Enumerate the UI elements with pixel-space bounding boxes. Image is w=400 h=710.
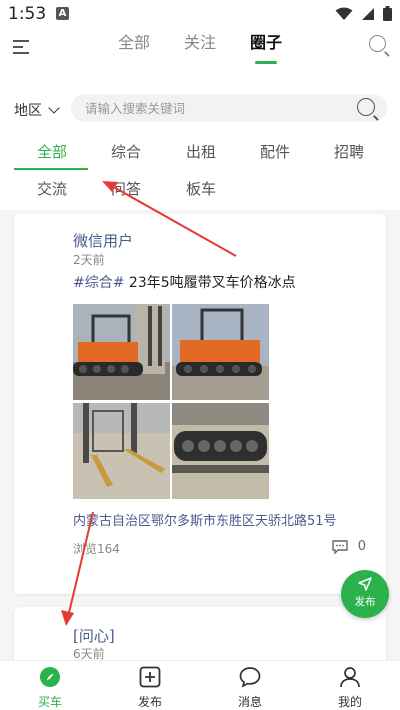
post-photo[interactable] <box>73 403 170 499</box>
comment-icon <box>332 539 348 554</box>
post-card[interactable]: 微信用户 2天前 #综合# 23年5吨履带叉车价格冰点 内蒙古自治区鄂尔多斯市东… <box>14 214 386 594</box>
comment-button[interactable]: 0 <box>332 539 366 554</box>
post-author[interactable]: [问心] <box>73 625 115 646</box>
post-location[interactable]: 内蒙古自治区鄂尔多斯市东胜区天骄北路51号 <box>73 510 337 529</box>
post-author[interactable]: 微信用户 <box>73 230 133 251</box>
search-icon[interactable] <box>357 98 375 116</box>
tab-all[interactable]: 全部 <box>118 28 150 58</box>
region-dropdown[interactable]: 地区 <box>14 100 60 120</box>
post-time: 2天前 <box>73 253 105 267</box>
post-title-text: 23年5吨履带叉车价格冰点 <box>128 275 296 291</box>
category-general[interactable]: 综合 <box>111 141 141 162</box>
category-qa[interactable]: 问答 <box>111 178 141 199</box>
post-title: #综合# 23年5吨履带叉车价格冰点 <box>73 272 296 292</box>
top-nav: 全部 关注 圈子 <box>0 28 400 68</box>
comment-count: 0 <box>357 539 366 554</box>
post-tag[interactable]: #综合# <box>73 275 124 291</box>
bottom-nav: 买车 发布 消息 我的 <box>0 660 400 710</box>
wifi-icon <box>335 7 353 20</box>
category-rent[interactable]: 出租 <box>186 141 216 162</box>
tab-follow[interactable]: 关注 <box>184 28 216 58</box>
category-parts[interactable]: 配件 <box>260 141 290 162</box>
signal-icon <box>362 7 374 20</box>
search-box <box>71 94 387 122</box>
fab-label: 发布 <box>354 596 376 608</box>
user-icon <box>340 667 360 688</box>
status-icons <box>335 6 392 21</box>
nav-label: 发布 <box>137 695 162 709</box>
status-time: 1:53 <box>8 4 47 24</box>
chat-bubble-icon <box>239 667 261 688</box>
category-all[interactable]: 全部 <box>37 141 67 162</box>
add-icon <box>139 666 161 688</box>
post-views: 浏览164 <box>73 542 120 556</box>
compass-icon <box>40 667 60 687</box>
post-photo[interactable] <box>172 304 269 400</box>
filter-area: 地区 全部 综合 出租 配件 招聘 交流 问答 板车 <box>0 68 400 210</box>
chevron-down-icon <box>48 102 60 114</box>
nav-label: 消息 <box>237 695 262 709</box>
send-icon <box>358 577 372 591</box>
status-bar: 1:53 A <box>0 0 400 28</box>
tab-circle[interactable]: 圈子 <box>250 28 282 58</box>
nav-buy-car[interactable]: 买车 <box>10 661 90 710</box>
post-photo[interactable] <box>172 403 269 499</box>
search-input[interactable] <box>85 94 345 122</box>
nav-messages[interactable]: 消息 <box>210 661 290 710</box>
nav-label: 买车 <box>37 695 62 709</box>
publish-fab-button[interactable]: 发布 <box>341 570 389 618</box>
nav-label: 我的 <box>337 695 362 709</box>
post-photo[interactable] <box>73 304 170 400</box>
category-jobs[interactable]: 招聘 <box>334 141 364 162</box>
category-trailer[interactable]: 板车 <box>186 178 216 199</box>
region-label: 地区 <box>14 103 42 119</box>
battery-icon <box>383 6 392 21</box>
notification-icon: A <box>56 7 69 20</box>
nav-publish[interactable]: 发布 <box>110 661 190 710</box>
top-tabs: 全部 关注 圈子 <box>0 28 400 58</box>
search-icon[interactable] <box>369 35 386 52</box>
category-underline <box>14 168 88 170</box>
category-chat[interactable]: 交流 <box>37 178 67 199</box>
nav-profile[interactable]: 我的 <box>310 661 390 710</box>
